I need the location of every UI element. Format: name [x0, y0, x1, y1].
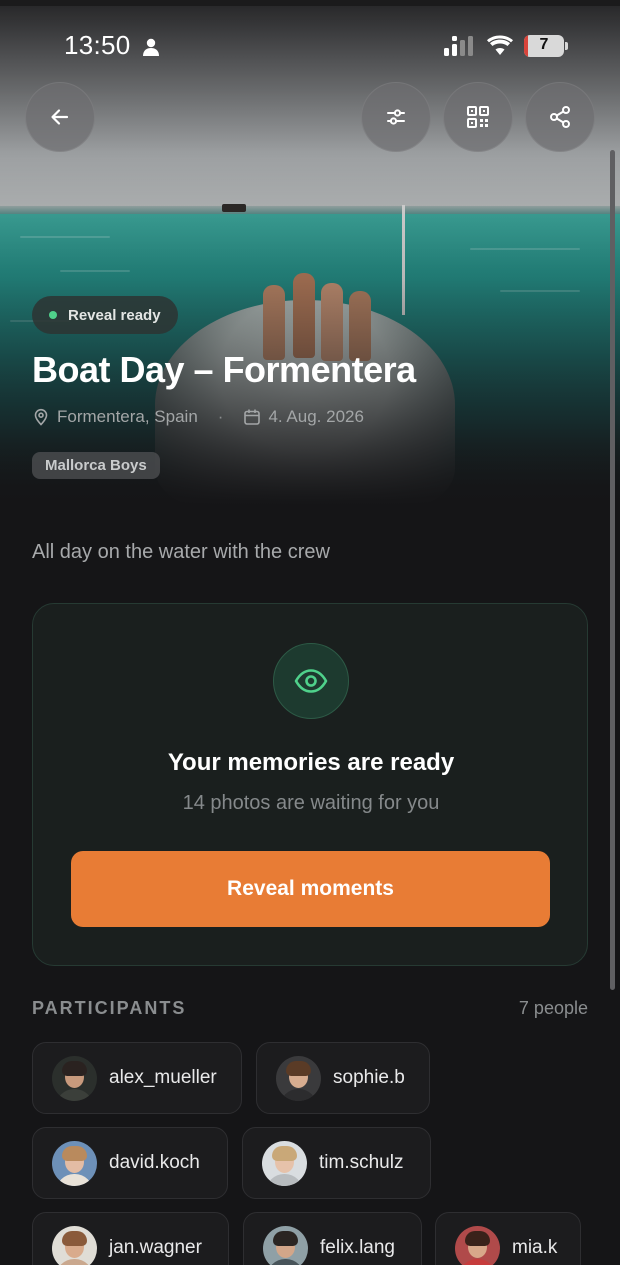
wifi-icon [487, 35, 513, 55]
participant-chip[interactable]: jan.wagner [32, 1212, 229, 1265]
participant-chip[interactable]: sophie.b [256, 1042, 430, 1114]
status-badge: Reveal ready [32, 296, 178, 334]
qr-code-icon [467, 106, 489, 128]
avatar [52, 1225, 97, 1265]
participants-heading: PARTICIPANTS [32, 998, 187, 1018]
participant-chip[interactable]: alex_mueller [32, 1042, 242, 1114]
eye-icon [294, 669, 328, 693]
calendar-icon [244, 409, 261, 425]
person-icon [143, 38, 159, 56]
participants-count: 7 people [518, 998, 588, 1018]
participant-chip[interactable]: tim.schulz [242, 1127, 431, 1199]
participant-name: jan.wagner [109, 1237, 202, 1258]
status-bar: 13:50 7 [0, 0, 620, 92]
status-time: 13:50 [64, 30, 131, 60]
avatar [276, 1055, 321, 1101]
event-description: All day on the water with the crew [32, 541, 330, 563]
participant-name: alex_mueller [109, 1067, 217, 1088]
avatar [262, 1140, 307, 1186]
reveal-card-subtitle: 14 photos are waiting for you [182, 792, 440, 814]
participant-chip[interactable]: mia.k [435, 1212, 581, 1265]
reveal-card-title: Your memories are ready [167, 749, 455, 776]
share-icon [550, 106, 570, 128]
back-button[interactable] [25, 82, 95, 152]
status-dot [49, 311, 57, 319]
filter-button[interactable] [361, 82, 431, 152]
event-date: 4. Aug. 2026 [268, 407, 364, 426]
event-location: Formentera, Spain [57, 407, 198, 426]
scrollbar[interactable] [610, 150, 615, 990]
participant-chip[interactable]: felix.lang [243, 1212, 422, 1265]
avatar [52, 1055, 97, 1101]
avatar [52, 1140, 97, 1186]
reveal-moments-button[interactable]: Reveal moments [71, 851, 550, 927]
status-badge-label: Reveal ready [68, 306, 161, 324]
eye-badge [273, 643, 349, 719]
reveal-card: Your memories are ready 14 photos are wa… [32, 603, 588, 966]
participant-name: felix.lang [320, 1237, 395, 1258]
participant-name: sophie.b [333, 1067, 405, 1088]
participant-chip[interactable]: david.koch [32, 1127, 228, 1199]
arrow-left-icon [51, 109, 69, 125]
sliders-icon [387, 109, 405, 125]
page-title: Boat Day – Formentera [32, 349, 416, 390]
location-pin-icon [34, 408, 48, 426]
signal-icon [444, 36, 473, 56]
participant-name: david.koch [109, 1152, 200, 1173]
qr-code-button[interactable] [443, 82, 513, 152]
avatar [455, 1225, 500, 1265]
battery-icon: 7 [524, 35, 568, 57]
meta-separator: · [217, 407, 224, 426]
event-meta: Formentera, Spain · 4. Aug. 2026 [32, 405, 364, 429]
participant-name: tim.schulz [319, 1152, 404, 1173]
group-tag[interactable]: Mallorca Boys [32, 452, 160, 479]
participant-name: mia.k [512, 1237, 558, 1258]
avatar [263, 1225, 308, 1265]
share-button[interactable] [525, 82, 595, 152]
